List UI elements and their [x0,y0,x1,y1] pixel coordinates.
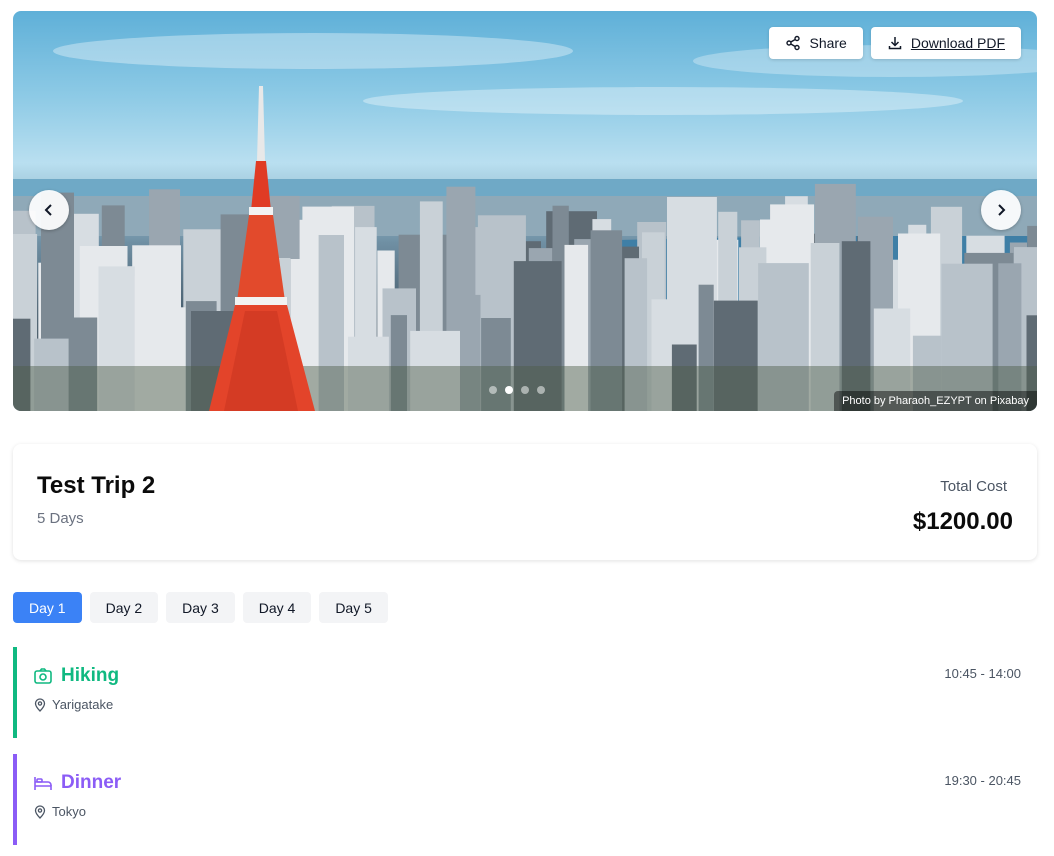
activity-location-text: Tokyo [52,804,86,819]
activity-color-bar [13,754,17,845]
activity-item[interactable]: Dinner Tokyo 19:30 - 20:45 [13,754,1037,845]
download-pdf-label: Download PDF [910,35,1005,51]
download-pdf-button[interactable]: Download PDF [870,27,1021,59]
trip-title: Test Trip 2 [37,472,156,499]
tab-day-2[interactable]: Day 2 [89,592,159,623]
hero-carousel: Share Download PDF Photo by Pharaoh_EZYP… [13,11,1037,411]
day-tabs: Day 1 Day 2 Day 3 Day 4 Day 5 [13,592,388,623]
activity-location: Yarigatake [33,697,113,712]
chevron-left-icon [44,204,52,216]
camera-icon [34,668,52,684]
total-cost-value: $1200.00 [912,508,1013,535]
chevron-right-icon [998,204,1006,216]
activity-location-text: Yarigatake [52,697,114,712]
activity-title: Dinner [33,772,121,794]
tab-day-3[interactable]: Day 3 [166,592,235,623]
map-pin-icon [34,697,46,712]
bed-icon [34,777,52,790]
activity-title-text: Dinner [61,772,122,793]
share-icon [786,35,801,51]
carousel-next-button[interactable] [981,190,1021,230]
activity-title-text: Hiking [61,665,120,686]
tab-day-4[interactable]: Day 4 [242,592,312,623]
carousel-dot[interactable] [537,386,545,394]
activity-title: Hiking [33,665,119,687]
tab-day-1[interactable]: Day 1 [13,592,82,623]
activity-location: Tokyo [33,804,86,819]
carousel-dot[interactable] [489,386,497,394]
share-label: Share [809,35,847,51]
activity-item[interactable]: Hiking Yarigatake 10:45 - 14:00 [13,647,1037,738]
photo-credit: Photo by Pharaoh_EZYPT on Pixabay [834,391,1037,411]
trip-duration: 5 Days [37,510,84,527]
activity-color-bar [13,647,17,738]
map-pin-icon [34,804,46,819]
trip-summary-card: Test Trip 2 5 Days Total Cost $1200.00 [13,444,1037,560]
download-icon [888,37,902,50]
hero-actions: Share Download PDF [769,27,1021,59]
carousel-prev-button[interactable] [29,190,69,230]
share-button[interactable]: Share [769,27,863,59]
carousel-dot[interactable] [521,386,529,394]
total-cost-label: Total Cost [940,478,1007,495]
carousel-dots [489,386,545,394]
activity-time: 19:30 - 20:45 [944,773,1021,788]
carousel-dot[interactable] [505,386,513,394]
activity-time: 10:45 - 14:00 [944,666,1021,681]
hero-image [13,33,1037,411]
tab-day-5[interactable]: Day 5 [319,592,388,623]
